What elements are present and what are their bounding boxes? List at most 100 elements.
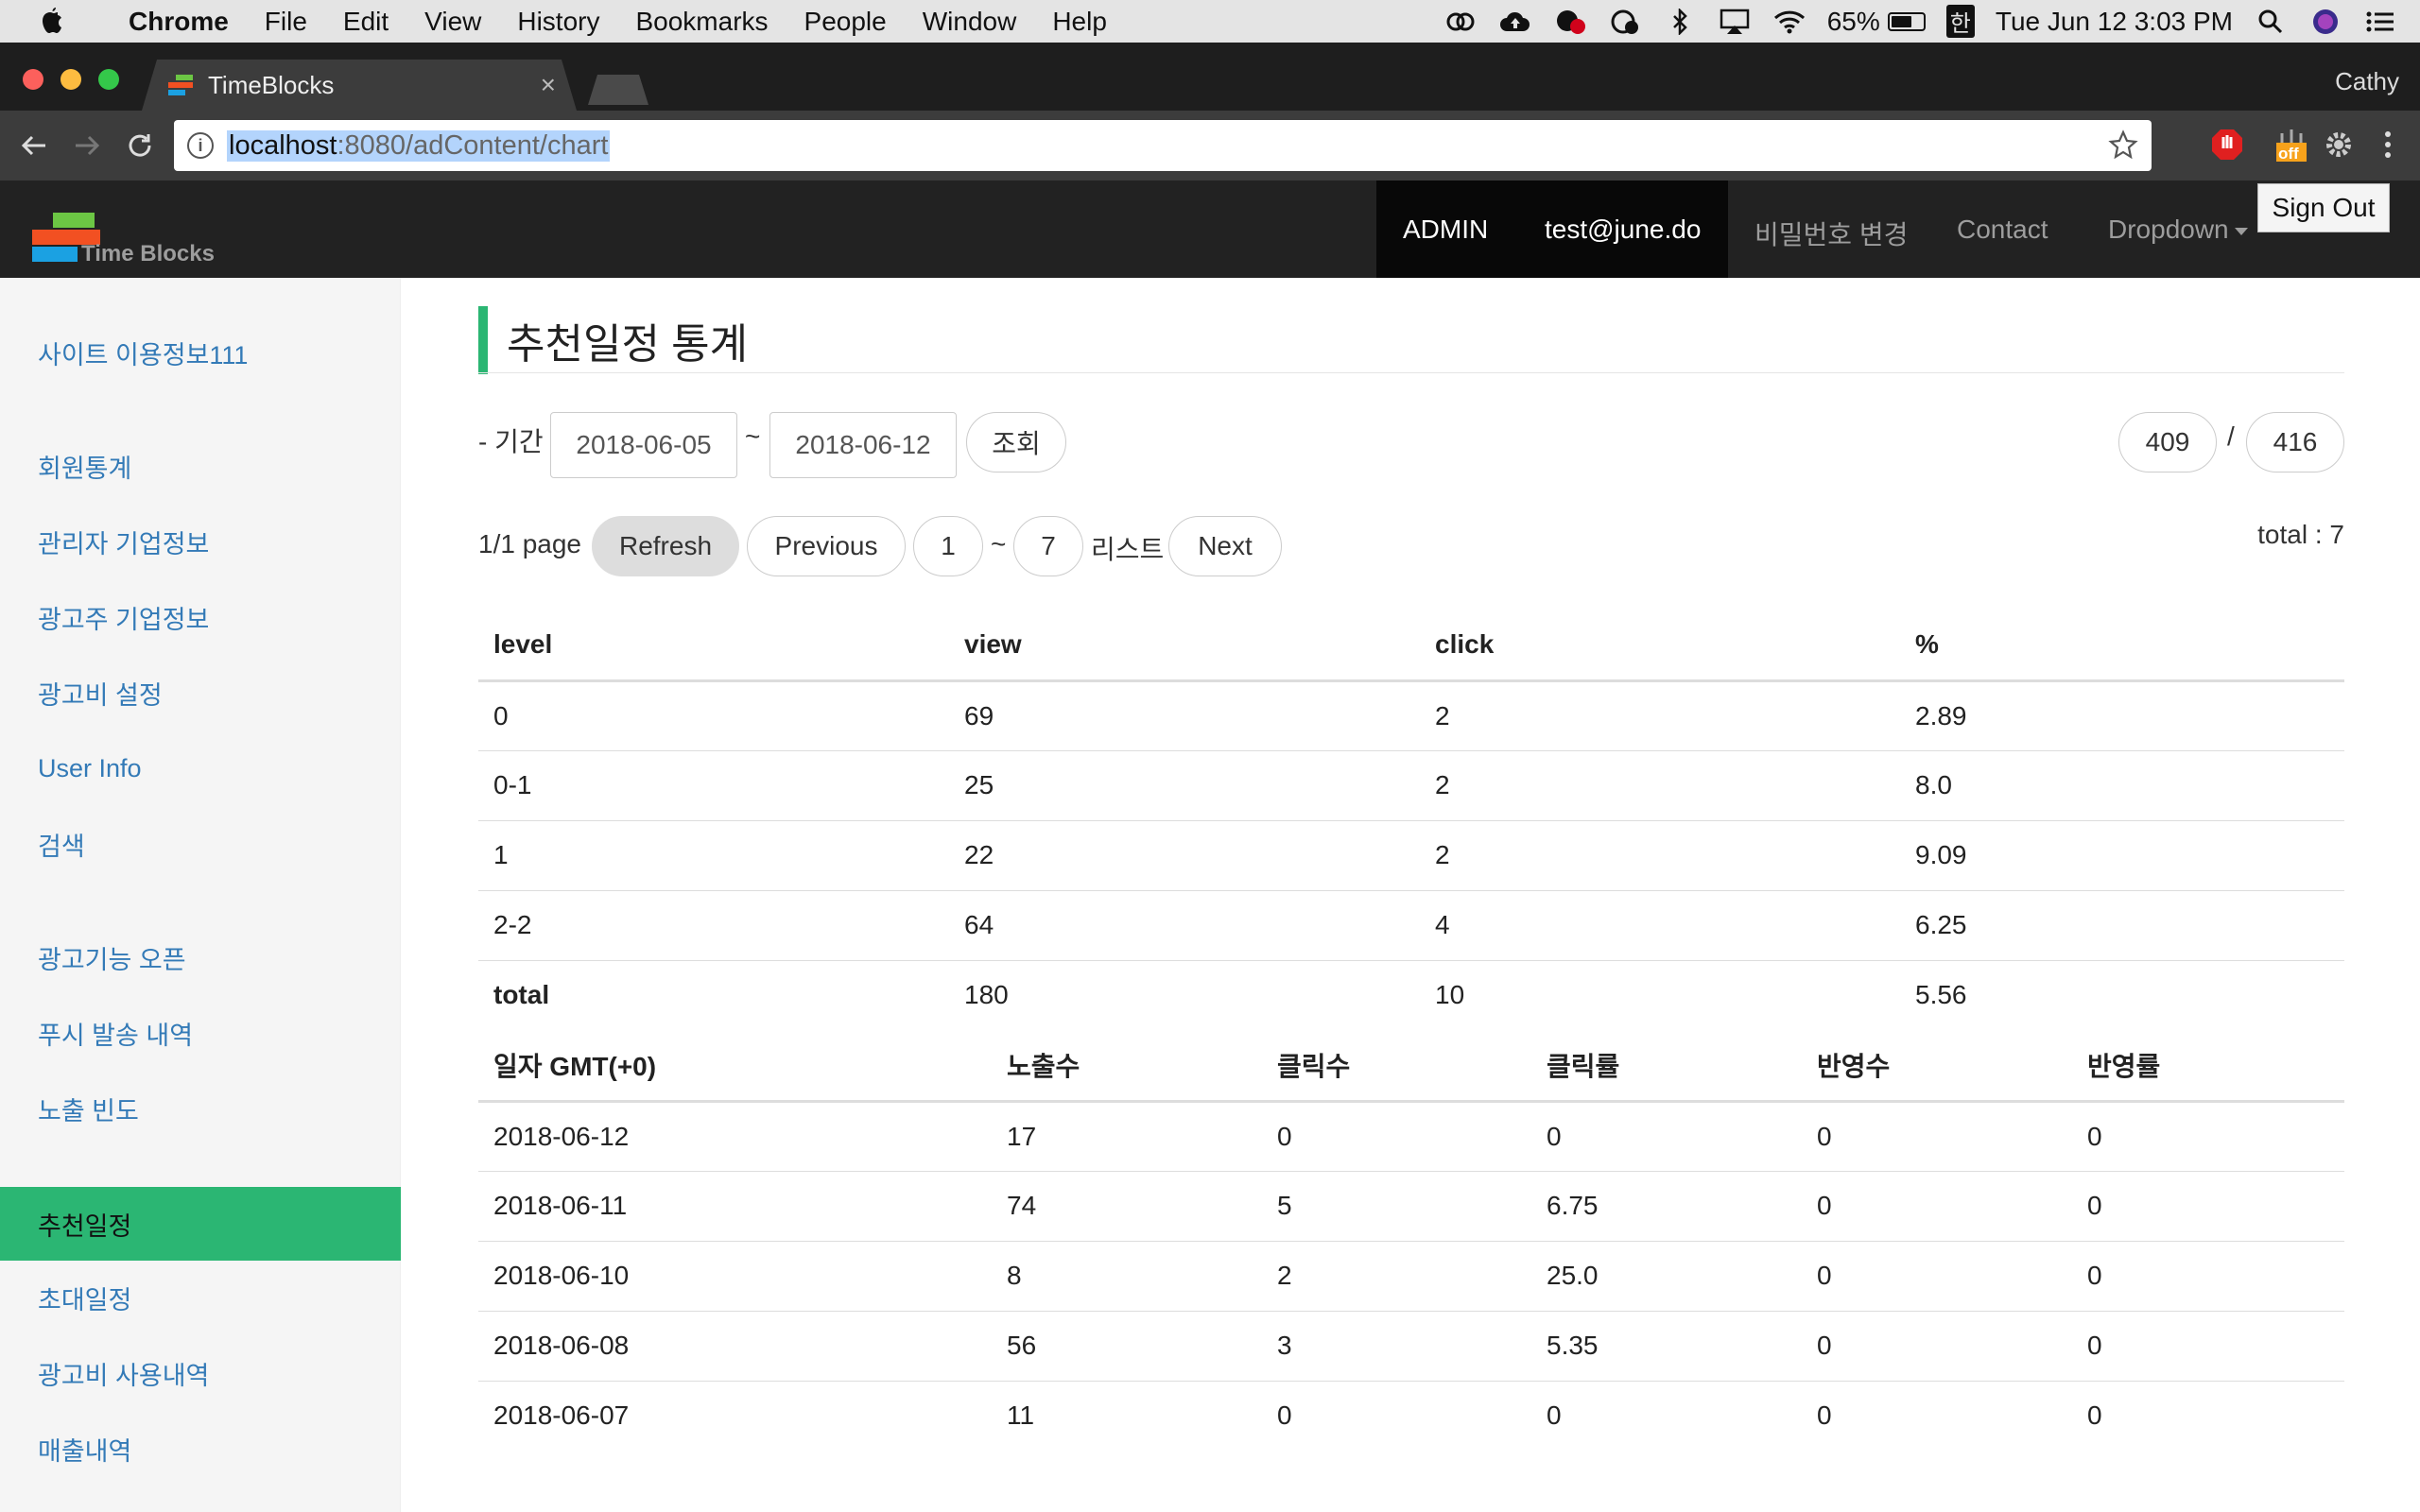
browser-tab[interactable]: TimeBlocks × [142, 60, 577, 111]
address-bar[interactable]: i localhost:8080/adContent/chart [174, 120, 2152, 171]
back-icon[interactable] [15, 127, 53, 164]
date-to-input[interactable]: 2018-06-12 [769, 412, 957, 478]
sidebar-item-site-usage[interactable]: 사이트 이용정보111 [0, 316, 401, 389]
notification-app-icon[interactable] [1553, 8, 1587, 36]
url-text[interactable]: localhost:8080/adContent/chart [227, 129, 611, 162]
table-cell: 2 [1420, 679, 1900, 750]
cloud-upload-icon[interactable] [1498, 8, 1532, 36]
wifi-icon[interactable] [1772, 8, 1806, 36]
sidebar-item-user-info[interactable]: User Info [0, 731, 401, 805]
table-cell: 0 [1802, 1380, 2072, 1451]
nav-user-email[interactable]: test@june.do [1545, 215, 1701, 245]
table-cell: 0 [1531, 1100, 1802, 1171]
sign-out-button[interactable]: Sign Out [2257, 183, 2390, 232]
bookmark-star-icon[interactable] [2108, 129, 2138, 167]
table-cell: 5.35 [1531, 1310, 1802, 1381]
menu-window[interactable]: Window [923, 7, 1017, 37]
nav-admin[interactable]: ADMIN [1403, 215, 1488, 245]
table-cell: 0 [1531, 1380, 1802, 1451]
sidebar-item-search[interactable]: 검색 [0, 807, 401, 881]
menu-bookmarks[interactable]: Bookmarks [635, 7, 768, 37]
settings-extension-icon[interactable] [2318, 124, 2360, 165]
new-tab-button[interactable] [588, 75, 648, 105]
table-cell: 1 [478, 819, 949, 890]
sidebar-item-ad-cost-settings[interactable]: 광고비 설정 [0, 656, 401, 730]
table-cell: 2018-06-10 [478, 1240, 992, 1311]
previous-button[interactable]: Previous [747, 516, 906, 576]
count-a-badge[interactable]: 409 [2118, 412, 2217, 472]
chrome-menu-icon[interactable] [2367, 124, 2409, 165]
window-zoom-button[interactable] [98, 69, 119, 90]
tab-close-icon[interactable]: × [541, 70, 556, 100]
table-cell: 9.09 [1900, 819, 2344, 890]
profile-button[interactable]: Cathy [2335, 67, 2399, 96]
table-cell: 56 [992, 1310, 1262, 1381]
nav-dropdown[interactable]: Dropdown [2108, 215, 2248, 245]
sidebar-item-push-history[interactable]: 푸시 발송 내역 [0, 996, 401, 1070]
table-cell: 0 [2072, 1380, 2344, 1451]
count-separator: / [2227, 421, 2235, 451]
creative-cloud-icon[interactable] [1443, 8, 1478, 36]
spotlight-search-icon[interactable] [2254, 8, 2288, 36]
range-separator: ~ [991, 529, 1007, 558]
daily-stats-table: 일자 GMT(+0) 노출수 클릭수 클릭률 반영수 반영률 2018-06-1… [478, 1031, 2344, 1451]
next-button[interactable]: Next [1168, 516, 1282, 576]
search-button[interactable]: 조회 [966, 412, 1066, 472]
range-to-button[interactable]: 7 [1013, 516, 1083, 576]
nav-change-password[interactable]: 비밀번호 변경 [1754, 215, 1908, 252]
sidebar-item-ad-feature-open[interactable]: 광고기능 오픈 [0, 920, 401, 994]
menu-people[interactable]: People [804, 7, 887, 37]
table-cell: 2018-06-07 [478, 1380, 992, 1451]
menu-file[interactable]: File [265, 7, 307, 37]
brand-logo[interactable]: Time Blocks [32, 213, 221, 269]
sidebar-item-invited-schedule[interactable]: 초대일정 [0, 1261, 401, 1334]
menu-help[interactable]: Help [1052, 7, 1107, 37]
notification-center-icon[interactable] [2363, 8, 2397, 36]
adblock-extension-icon[interactable] [2206, 124, 2248, 165]
sidebar-item-admin-company[interactable]: 관리자 기업정보 [0, 505, 401, 578]
col-header: % [1900, 610, 2344, 682]
count-b-badge[interactable]: 416 [2246, 412, 2344, 472]
table-cell: 0 [2072, 1170, 2344, 1241]
timer-extension-icon[interactable]: off [2271, 124, 2312, 165]
input-source-icon[interactable]: 한 [1945, 5, 1975, 38]
sidebar-item-exposure-frequency[interactable]: 노출 빈도 [0, 1072, 401, 1145]
table-cell: 8 [992, 1240, 1262, 1311]
apple-icon[interactable] [38, 7, 66, 37]
range-from-button[interactable]: 1 [913, 516, 983, 576]
siri-icon[interactable] [2308, 8, 2342, 36]
site-info-icon[interactable]: i [187, 132, 214, 159]
table-header-row: level view click % [478, 610, 2344, 682]
site-navbar: Time Blocks ADMIN test@june.do 비밀번호 변경 C… [0, 180, 2420, 278]
table-row: 0-1 25 2 8.0 [478, 749, 2344, 820]
window-close-button[interactable] [23, 69, 43, 90]
sidebar-item-advertiser-company[interactable]: 광고주 기업정보 [0, 580, 401, 654]
table-cell: 6.75 [1531, 1170, 1802, 1241]
refresh-button[interactable]: Refresh [592, 516, 739, 576]
nav-contact[interactable]: Contact [1957, 215, 2048, 245]
sidebar-item-member-stats[interactable]: 회원통계 [0, 429, 401, 503]
table-cell: 69 [949, 679, 1420, 750]
table-cell: total [478, 959, 949, 1030]
date-from-input[interactable]: 2018-06-05 [550, 412, 737, 478]
level-stats-table: level view click % 0 69 2 2.89 0-1 25 2 … [478, 610, 2344, 1030]
table-row: 2018-06-11 74 5 6.75 0 0 [478, 1170, 2344, 1241]
menu-history[interactable]: History [517, 7, 599, 37]
sidebar-item-ad-spend-history[interactable]: 광고비 사용내역 [0, 1336, 401, 1410]
battery-indicator[interactable]: 65% [1827, 7, 1926, 37]
table-cell: 2018-06-08 [478, 1310, 992, 1381]
reload-icon[interactable] [121, 127, 159, 164]
menu-view[interactable]: View [424, 7, 481, 37]
date-filter-row: - 기간 2018-06-05 ~ 2018-06-12 조회 409 / 41… [478, 412, 2344, 478]
sync-status-icon[interactable] [1608, 8, 1642, 36]
menu-edit[interactable]: Edit [343, 7, 389, 37]
bluetooth-icon[interactable] [1663, 8, 1697, 36]
table-cell: 8.0 [1900, 749, 2344, 820]
sidebar-item-recommended-schedule[interactable]: 추천일정 [0, 1187, 401, 1261]
menu-chrome[interactable]: Chrome [129, 7, 229, 37]
forward-icon[interactable] [68, 127, 106, 164]
clock[interactable]: Tue Jun 12 3:03 PM [1996, 7, 2233, 37]
sidebar-item-sales-history[interactable]: 매출내역 [0, 1412, 401, 1486]
airplay-icon[interactable] [1718, 8, 1752, 36]
window-minimize-button[interactable] [60, 69, 81, 90]
